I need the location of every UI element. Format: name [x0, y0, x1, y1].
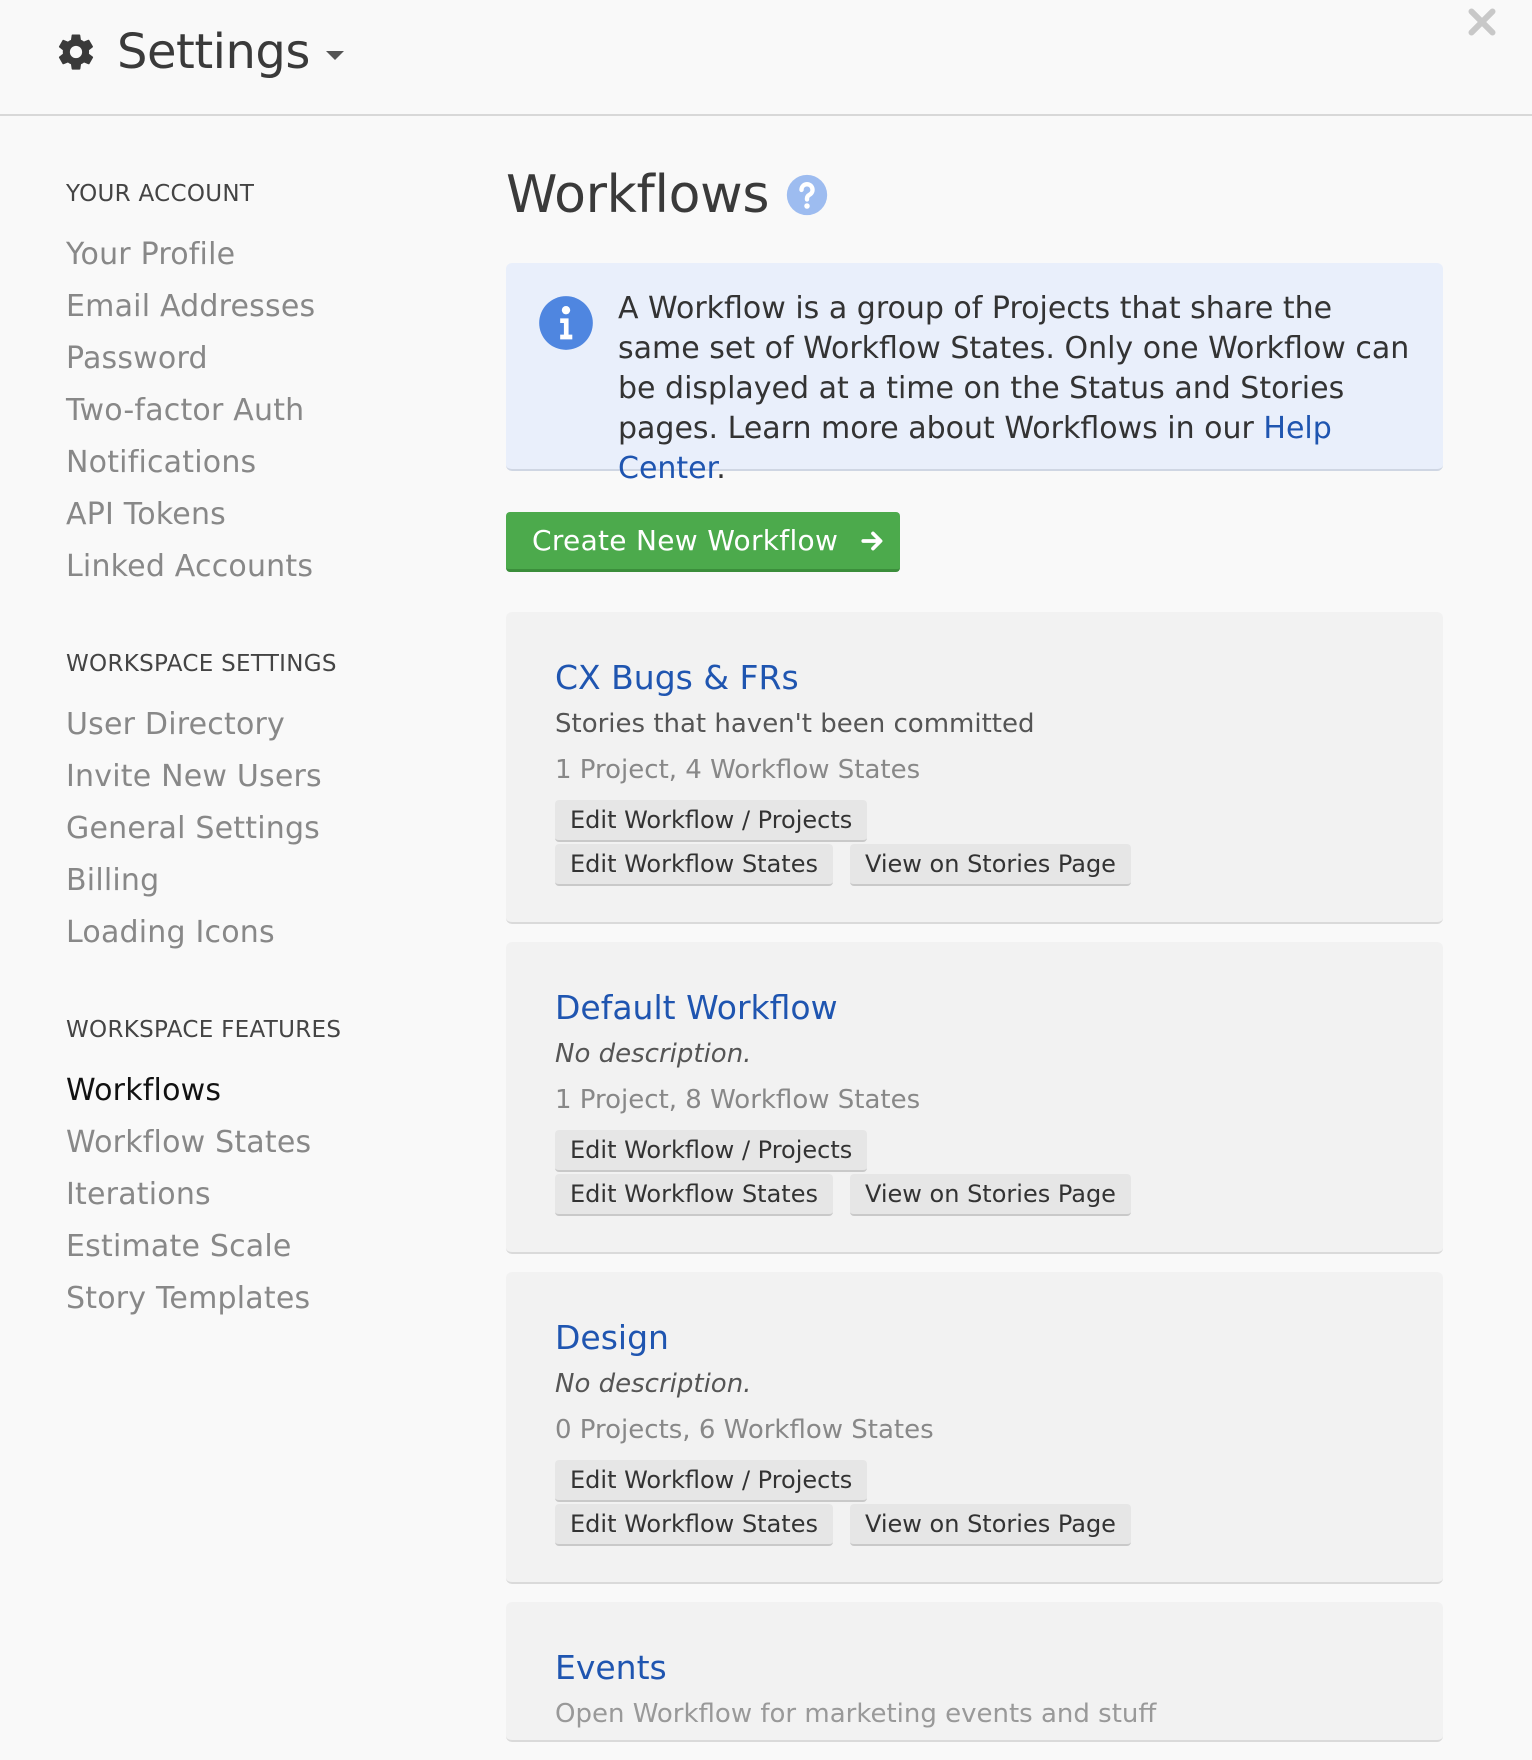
- view-on-stories-page-button[interactable]: View on Stories Page: [849, 844, 1131, 886]
- view-on-stories-page-button[interactable]: View on Stories Page: [849, 1504, 1131, 1546]
- sidebar-item-linked-accounts[interactable]: Linked Accounts: [66, 541, 446, 593]
- settings-sidebar: YOUR ACCOUNT Your Profile Email Addresse…: [66, 175, 446, 1377]
- page-title-text: Workflows: [506, 165, 770, 225]
- sidebar-item-workflows[interactable]: Workflows: [66, 1065, 446, 1117]
- workflow-card: Design No description. 0 Projects, 6 Wor…: [506, 1272, 1443, 1584]
- workflow-meta: 1 Project, 8 Workflow States: [555, 1085, 921, 1115]
- sidebar-item-workflow-states[interactable]: Workflow States: [66, 1117, 446, 1169]
- sidebar-item-password[interactable]: Password: [66, 333, 446, 385]
- info-suffix: .: [716, 451, 726, 486]
- workflow-card: CX Bugs & FRs Stories that haven't been …: [506, 612, 1443, 924]
- workflow-name-link[interactable]: Default Workflow: [555, 984, 1443, 1032]
- sidebar-section-workspace-settings: WORKSPACE SETTINGS User Directory Invite…: [66, 645, 446, 959]
- sidebar-item-story-templates[interactable]: Story Templates: [66, 1273, 446, 1325]
- gear-icon: [58, 34, 94, 70]
- workflow-description: Open Workflow for marketing events and s…: [555, 1699, 1157, 1729]
- sidebar-item-billing[interactable]: Billing: [66, 855, 446, 907]
- question-icon[interactable]: [785, 173, 829, 217]
- sidebar-item-email-addresses[interactable]: Email Addresses: [66, 281, 446, 333]
- sidebar-item-iterations[interactable]: Iterations: [66, 1169, 446, 1221]
- sidebar-item-invite-new-users[interactable]: Invite New Users: [66, 751, 446, 803]
- edit-workflow-states-button[interactable]: Edit Workflow States: [555, 844, 833, 886]
- settings-title: Settings: [117, 24, 310, 80]
- sidebar-item-user-directory[interactable]: User Directory: [66, 699, 446, 751]
- create-button-label: Create New Workflow: [532, 524, 839, 557]
- sidebar-section-account: YOUR ACCOUNT Your Profile Email Addresse…: [66, 175, 446, 593]
- info-icon: [539, 296, 593, 350]
- workflow-name-link[interactable]: Design: [555, 1314, 1443, 1362]
- sidebar-item-notifications[interactable]: Notifications: [66, 437, 446, 489]
- workflow-description: No description.: [555, 1039, 752, 1069]
- workflow-description: Stories that haven't been committed: [555, 709, 1035, 739]
- sidebar-item-loading-icons[interactable]: Loading Icons: [66, 907, 446, 959]
- edit-workflow-projects-button[interactable]: Edit Workflow / Projects: [555, 1130, 868, 1172]
- edit-workflow-states-button[interactable]: Edit Workflow States: [555, 1504, 833, 1546]
- caret-down-icon: [325, 50, 344, 60]
- sidebar-section-workspace-features: WORKSPACE FEATURES Workflows Workflow St…: [66, 1011, 446, 1325]
- sidebar-heading: WORKSPACE FEATURES: [66, 1017, 342, 1043]
- workflow-actions: Edit Workflow / Projects Edit Workflow S…: [555, 1130, 1175, 1218]
- main-content: Workflows A Workflow is a group of Proje…: [506, 160, 1443, 1760]
- sidebar-item-two-factor-auth[interactable]: Two-factor Auth: [66, 385, 446, 437]
- edit-workflow-projects-button[interactable]: Edit Workflow / Projects: [555, 1460, 868, 1502]
- sidebar-item-your-profile[interactable]: Your Profile: [66, 229, 446, 281]
- sidebar-heading: YOUR ACCOUNT: [66, 181, 255, 207]
- info-box: A Workflow is a group of Projects that s…: [506, 263, 1443, 486]
- workflow-actions: Edit Workflow / Projects Edit Workflow S…: [555, 800, 1175, 888]
- workflow-card: Events Open Workflow for marketing event…: [506, 1602, 1443, 1742]
- info-text: A Workflow is a group of Projects that s…: [618, 289, 1418, 489]
- sidebar-item-estimate-scale[interactable]: Estimate Scale: [66, 1221, 446, 1273]
- create-new-workflow-button[interactable]: Create New Workflow: [506, 512, 900, 572]
- workflow-actions: Edit Workflow / Projects Edit Workflow S…: [555, 1460, 1175, 1548]
- workflow-description: No description.: [555, 1369, 752, 1399]
- sidebar-item-general-settings[interactable]: General Settings: [66, 803, 446, 855]
- view-on-stories-page-button[interactable]: View on Stories Page: [849, 1174, 1131, 1216]
- sidebar-item-api-tokens[interactable]: API Tokens: [66, 489, 446, 541]
- close-icon[interactable]: [1464, 4, 1500, 40]
- workflow-name-link[interactable]: Events: [555, 1644, 1443, 1692]
- settings-menu-toggle[interactable]: Settings: [55, 22, 344, 82]
- workflow-meta: 1 Project, 4 Workflow States: [555, 755, 921, 785]
- settings-header: Settings: [0, 0, 1532, 116]
- workflow-name-link[interactable]: CX Bugs & FRs: [555, 654, 1443, 702]
- workflow-meta: 0 Projects, 6 Workflow States: [555, 1415, 934, 1445]
- arrow-right-icon: [861, 531, 883, 550]
- edit-workflow-projects-button[interactable]: Edit Workflow / Projects: [555, 800, 868, 842]
- page-title: Workflows: [506, 160, 1443, 230]
- edit-workflow-states-button[interactable]: Edit Workflow States: [555, 1174, 833, 1216]
- workflow-card: Default Workflow No description. 1 Proje…: [506, 942, 1443, 1254]
- sidebar-heading: WORKSPACE SETTINGS: [66, 651, 337, 677]
- workflow-list: CX Bugs & FRs Stories that haven't been …: [506, 612, 1443, 1742]
